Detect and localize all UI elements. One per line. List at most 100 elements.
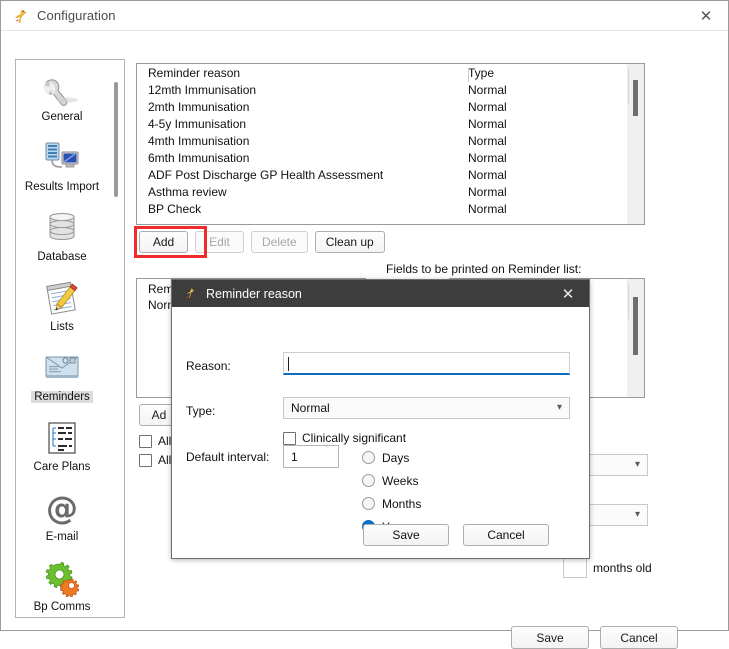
reminder-reason-dialog: Reminder reason ✕ Reason: Type: Normal ▾…	[171, 279, 590, 559]
clean-up-button[interactable]: Clean up	[314, 231, 385, 253]
reminder-list-scrollbar-thumb[interactable]	[633, 80, 638, 116]
cell-reason: BP Check	[148, 201, 202, 216]
table-row[interactable]: ADF Post Discharge GP Health Assessment …	[137, 166, 627, 183]
radio-icon[interactable]	[362, 474, 375, 487]
svg-text:@: @	[46, 489, 78, 527]
sidebar-item-reminders[interactable]: Reminders	[16, 343, 108, 413]
type-selected-value: Normal	[291, 401, 330, 415]
reminder-reason-toolbar: Add Edit Delete Clean up	[139, 231, 385, 253]
configuration-window: Configuration ✕ General Results Import D…	[0, 0, 729, 649]
column-header-reason: Reminder reason	[148, 65, 241, 80]
text-caret	[288, 357, 289, 371]
window-save-button[interactable]: Save	[511, 626, 589, 649]
sidebar-item-email[interactable]: @ E-mail	[16, 483, 108, 553]
notepad-icon	[39, 276, 85, 320]
sidebar-item-lists[interactable]: Lists	[16, 273, 108, 343]
sidebar-item-database[interactable]: Database	[16, 203, 108, 273]
cell-type: Normal	[468, 201, 507, 216]
reminder-reason-list[interactable]: Reminder reason Type 12mth Immunisation …	[136, 63, 645, 225]
window-close-button[interactable]: ✕	[684, 1, 728, 30]
selected-fields-scrollbar[interactable]	[627, 279, 644, 397]
reason-label: Reason:	[186, 359, 231, 373]
chevron-down-icon: ▾	[634, 509, 640, 520]
sidebar-item-label: Care Plans	[33, 461, 91, 473]
database-icon	[39, 206, 85, 250]
reminder-list-scrollbar[interactable]	[627, 64, 644, 224]
sidebar-item-results-import[interactable]: Results Import	[16, 133, 108, 203]
radio-weeks-label: Weeks	[382, 473, 419, 488]
selected-fields-scrollbar-thumb[interactable]	[633, 297, 638, 355]
radio-weeks[interactable]: Weeks	[362, 469, 421, 492]
dialog-title: Reminder reason	[206, 286, 302, 301]
server-pc-icon	[39, 136, 85, 180]
sidebar-scrollbar[interactable]	[108, 60, 124, 617]
window-action-buttons: Save Cancel	[511, 626, 678, 649]
radio-icon[interactable]	[362, 497, 375, 510]
cell-reason: ADF Post Discharge GP Health Assessment	[148, 167, 384, 182]
type-label: Type:	[186, 404, 216, 418]
dialog-close-button[interactable]: ✕	[547, 280, 589, 307]
table-row[interactable]: 6mth Immunisation Normal	[137, 149, 627, 166]
at-sign-icon: @	[39, 486, 85, 530]
chevron-down-icon: ▾	[634, 459, 640, 470]
table-row[interactable]: 2mth Immunisation Normal	[137, 98, 627, 115]
dialog-save-button[interactable]: Save	[363, 524, 449, 546]
radio-days[interactable]: Days	[362, 446, 421, 469]
default-interval-input[interactable]: 1	[283, 445, 339, 468]
sidebar-item-label: Database	[37, 251, 87, 263]
cell-reason: 12mth Immunisation	[148, 82, 257, 97]
dialog-action-buttons: Save Cancel	[363, 524, 549, 546]
clinically-significant-checkbox-row[interactable]: Clinically significant	[283, 431, 406, 445]
window-body: General Results Import Database Lists Re…	[1, 31, 728, 649]
sidebar-item-general[interactable]: General	[16, 63, 108, 133]
window-cancel-button[interactable]: Cancel	[600, 626, 678, 649]
column-divider[interactable]	[468, 68, 469, 82]
table-row[interactable]: BP Check Normal	[137, 200, 627, 217]
bp-bird-icon	[186, 288, 196, 299]
scrollbar-hairline	[628, 68, 629, 104]
add-button[interactable]: Add	[139, 231, 188, 253]
dialog-cancel-button[interactable]: Cancel	[463, 524, 549, 546]
table-row[interactable]: 4mth Immunisation Normal	[137, 132, 627, 149]
envelope-icon	[39, 346, 85, 390]
sidebar-item-bp-comms[interactable]: Bp Comms	[16, 553, 108, 617]
scrollbar-hairline	[628, 283, 629, 319]
cell-type: Normal	[468, 167, 507, 182]
checkbox-icon[interactable]	[139, 453, 152, 467]
reason-input[interactable]	[283, 352, 570, 375]
clinically-significant-label: Clinically significant	[302, 431, 407, 445]
reminder-reason-list-inner: Reminder reason Type 12mth Immunisation …	[137, 64, 627, 224]
sidebar-item-label: Lists	[50, 321, 74, 333]
sidebar-item-care-plans[interactable]: Care Plans	[16, 413, 108, 483]
chevron-down-icon: ▾	[556, 402, 562, 413]
sidebar-item-label: Results Import	[24, 181, 100, 193]
checkbox-icon[interactable]	[139, 434, 152, 448]
checkbox-icon[interactable]	[283, 431, 296, 445]
sidebar-item-label: Reminders	[31, 391, 93, 403]
dropdown-2[interactable]: ▾	[585, 504, 648, 526]
table-row[interactable]: 12mth Immunisation Normal	[137, 81, 627, 98]
sidebar-scrollbar-thumb[interactable]	[114, 82, 118, 197]
window-title: Configuration	[37, 8, 116, 23]
radio-months-label: Months	[382, 496, 422, 511]
cell-reason: Asthma review	[148, 184, 227, 199]
cell-type: Normal	[468, 133, 507, 148]
sidebar-item-label: Bp Comms	[33, 601, 91, 613]
wrench-icon	[39, 66, 85, 110]
type-select[interactable]: Normal ▾	[283, 397, 570, 419]
cell-reason: 2mth Immunisation	[148, 99, 250, 114]
dialog-body: Reason: Type: Normal ▾ Clinically signif…	[172, 307, 589, 560]
table-row[interactable]: Asthma review Normal	[137, 183, 627, 200]
dropdown-1[interactable]: ▾	[585, 454, 648, 476]
table-header-row: Reminder reason Type	[137, 64, 627, 81]
delete-button[interactable]: Delete	[251, 231, 308, 253]
sidebar-item-label: E-mail	[45, 531, 79, 543]
bp-bird-icon	[15, 8, 27, 23]
cell-reason: 4-5y Immunisation	[148, 116, 247, 131]
edit-button[interactable]: Edit	[195, 231, 244, 253]
table-row[interactable]: 4-5y Immunisation Normal	[137, 115, 627, 132]
cell-type: Normal	[468, 82, 507, 97]
radio-icon[interactable]	[362, 451, 375, 464]
column-header-type: Type	[468, 65, 495, 80]
radio-months[interactable]: Months	[362, 492, 421, 515]
